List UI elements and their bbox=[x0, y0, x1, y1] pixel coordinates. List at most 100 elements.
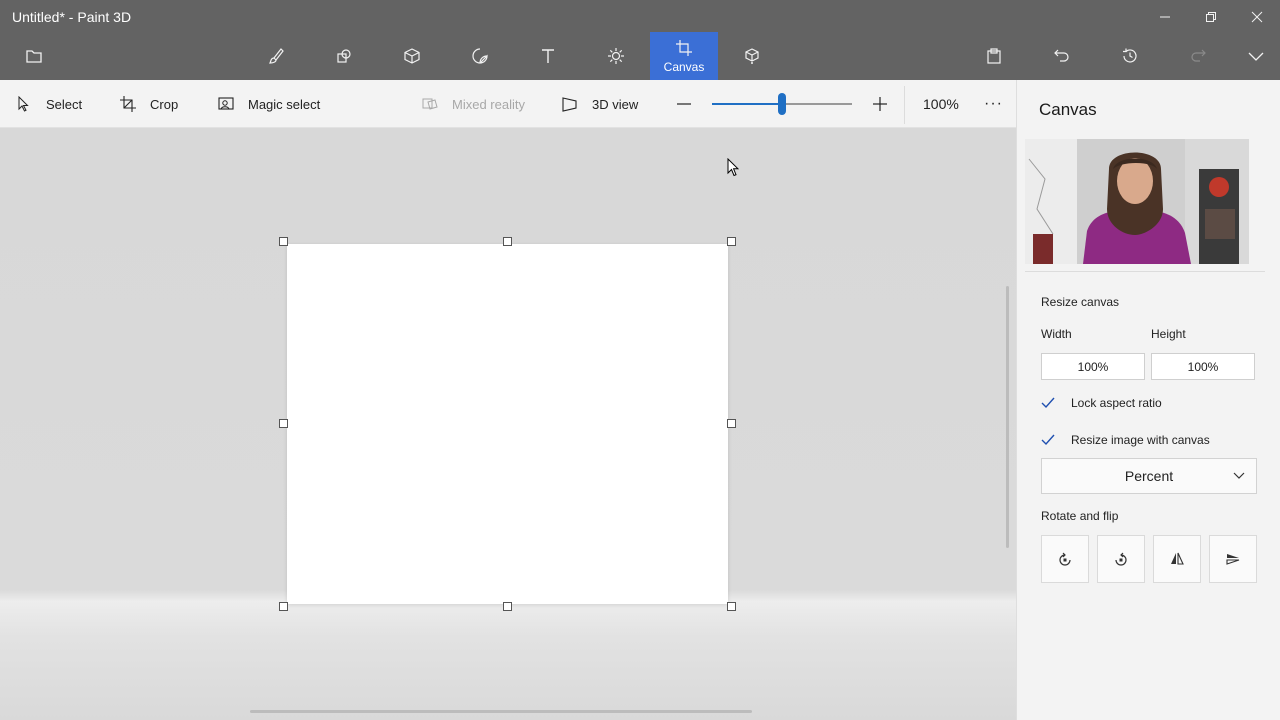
mixed-reality-icon bbox=[422, 98, 438, 110]
width-label: Width bbox=[1041, 327, 1072, 341]
crop-label: Crop bbox=[150, 96, 179, 112]
tool-3d-shapes[interactable] bbox=[378, 32, 446, 80]
zoom-out-icon bbox=[677, 103, 691, 105]
zoom-in-icon bbox=[873, 97, 887, 111]
rotate-right-button[interactable] bbox=[1097, 535, 1145, 583]
lock-aspect-label: Lock aspect ratio bbox=[1071, 396, 1162, 410]
resize-handle-right[interactable] bbox=[727, 419, 736, 428]
canvas-page[interactable] bbox=[287, 244, 728, 604]
height-field[interactable]: 100% bbox=[1151, 353, 1255, 380]
expand-button[interactable] bbox=[1222, 32, 1280, 80]
height-label: Height bbox=[1151, 327, 1186, 341]
expand-chevron-icon bbox=[1248, 52, 1264, 61]
restore-button[interactable] bbox=[1188, 4, 1234, 30]
redo-icon bbox=[1191, 49, 1206, 62]
resize-handle-top[interactable] bbox=[503, 237, 512, 246]
resize-handle-left[interactable] bbox=[279, 419, 288, 428]
checkmark-icon bbox=[1041, 434, 1055, 446]
mixed-reality-label: Mixed reality bbox=[452, 96, 525, 112]
horizontal-scrollbar[interactable] bbox=[250, 710, 752, 713]
resize-image-checkbox[interactable]: Resize image with canvas bbox=[1041, 429, 1210, 451]
tool-canvas[interactable]: Canvas bbox=[650, 32, 718, 80]
view-3d-label: 3D view bbox=[592, 96, 639, 112]
rotate-left-button[interactable] bbox=[1041, 535, 1089, 583]
history-button[interactable] bbox=[1096, 32, 1164, 80]
text-icon bbox=[542, 49, 554, 63]
rotate-left-icon bbox=[1059, 552, 1071, 566]
crop-icon bbox=[120, 96, 136, 112]
history-icon bbox=[1123, 48, 1137, 63]
effects-sun-icon bbox=[608, 48, 624, 64]
unit-dropdown[interactable]: Percent bbox=[1041, 458, 1257, 494]
resize-handle-top-right[interactable] bbox=[727, 237, 736, 246]
flip-horizontal-icon bbox=[1226, 554, 1240, 565]
magic-select-label: Magic select bbox=[248, 96, 321, 112]
tool-brushes[interactable] bbox=[242, 32, 310, 80]
magic-select-button[interactable]: Magic select bbox=[218, 80, 320, 128]
menu-button[interactable] bbox=[0, 32, 68, 80]
tool-text[interactable] bbox=[514, 32, 582, 80]
zoom-slider-thumb[interactable] bbox=[778, 93, 786, 115]
mixed-reality-button[interactable]: Mixed reality bbox=[422, 80, 525, 128]
mouse-cursor-icon bbox=[727, 158, 739, 177]
canvas-crop-icon bbox=[676, 39, 692, 56]
tool-effects[interactable] bbox=[582, 32, 650, 80]
canvas-subtoolbar: Select Crop Magic select Mixed reality 3… bbox=[0, 80, 1016, 128]
vertical-scrollbar[interactable] bbox=[1006, 286, 1009, 548]
paste-icon bbox=[987, 48, 1001, 64]
shapes-2d-icon bbox=[337, 49, 351, 63]
resize-handle-bottom-left[interactable] bbox=[279, 602, 288, 611]
sticker-icon bbox=[472, 48, 488, 64]
restore-icon bbox=[1206, 12, 1216, 22]
magic-select-icon bbox=[218, 97, 234, 110]
title-toolbar: Untitled* - Paint 3D Canvas bbox=[0, 0, 1280, 80]
cube-icon bbox=[404, 48, 420, 64]
brush-icon bbox=[269, 48, 284, 64]
zoom-in-button[interactable] bbox=[872, 80, 888, 128]
zoom-out-button[interactable] bbox=[676, 80, 692, 128]
webcam-overlay-image bbox=[1025, 139, 1249, 264]
lock-aspect-checkbox[interactable]: Lock aspect ratio bbox=[1041, 392, 1162, 414]
close-button[interactable] bbox=[1234, 4, 1280, 30]
tool-2d-shapes[interactable] bbox=[310, 32, 378, 80]
tool-canvas-label: Canvas bbox=[663, 59, 705, 74]
rotate-right-icon bbox=[1115, 552, 1127, 566]
chevron-down-icon bbox=[1233, 472, 1245, 479]
tool-stickers[interactable] bbox=[446, 32, 514, 80]
folder-icon bbox=[26, 50, 42, 63]
tool-3d-library[interactable] bbox=[718, 32, 786, 80]
undo-icon bbox=[1054, 49, 1069, 62]
library-3d-icon bbox=[745, 48, 759, 64]
view-3d-icon bbox=[562, 97, 577, 112]
resize-handle-bottom-right[interactable] bbox=[727, 602, 736, 611]
select-label: Select bbox=[46, 96, 83, 112]
resize-canvas-heading: Resize canvas bbox=[1041, 295, 1120, 309]
resize-handle-bottom[interactable] bbox=[503, 602, 512, 611]
checkmark-icon bbox=[1041, 397, 1055, 409]
view-3d-button[interactable]: 3D view bbox=[562, 80, 638, 128]
minimize-icon bbox=[1160, 16, 1170, 18]
undo-button[interactable] bbox=[1028, 32, 1096, 80]
zoom-value: 100% bbox=[923, 96, 959, 112]
flip-vertical-button[interactable] bbox=[1153, 535, 1201, 583]
flip-vertical-icon bbox=[1171, 552, 1184, 565]
panel-divider bbox=[1025, 271, 1265, 272]
flip-horizontal-button[interactable] bbox=[1209, 535, 1257, 583]
paste-button[interactable] bbox=[960, 32, 1028, 80]
toolbar-divider bbox=[904, 86, 905, 124]
rotate-flip-heading: Rotate and flip bbox=[1041, 509, 1119, 523]
unit-selected: Percent bbox=[1124, 468, 1174, 484]
select-button[interactable]: Select bbox=[16, 80, 82, 128]
crop-button[interactable]: Crop bbox=[120, 80, 178, 128]
panel-title: Canvas bbox=[1039, 100, 1097, 119]
more-options-button[interactable]: ··· bbox=[984, 80, 1003, 128]
zoom-slider-fill bbox=[712, 103, 782, 105]
select-arrow-icon bbox=[18, 96, 29, 112]
resize-handle-top-left[interactable] bbox=[279, 237, 288, 246]
window-title: Untitled* - Paint 3D bbox=[12, 9, 132, 25]
width-field[interactable]: 100% bbox=[1041, 353, 1145, 380]
zoom-slider[interactable] bbox=[712, 93, 852, 115]
close-icon bbox=[1251, 11, 1263, 23]
minimize-button[interactable] bbox=[1142, 4, 1188, 30]
resize-image-label: Resize image with canvas bbox=[1071, 433, 1210, 447]
